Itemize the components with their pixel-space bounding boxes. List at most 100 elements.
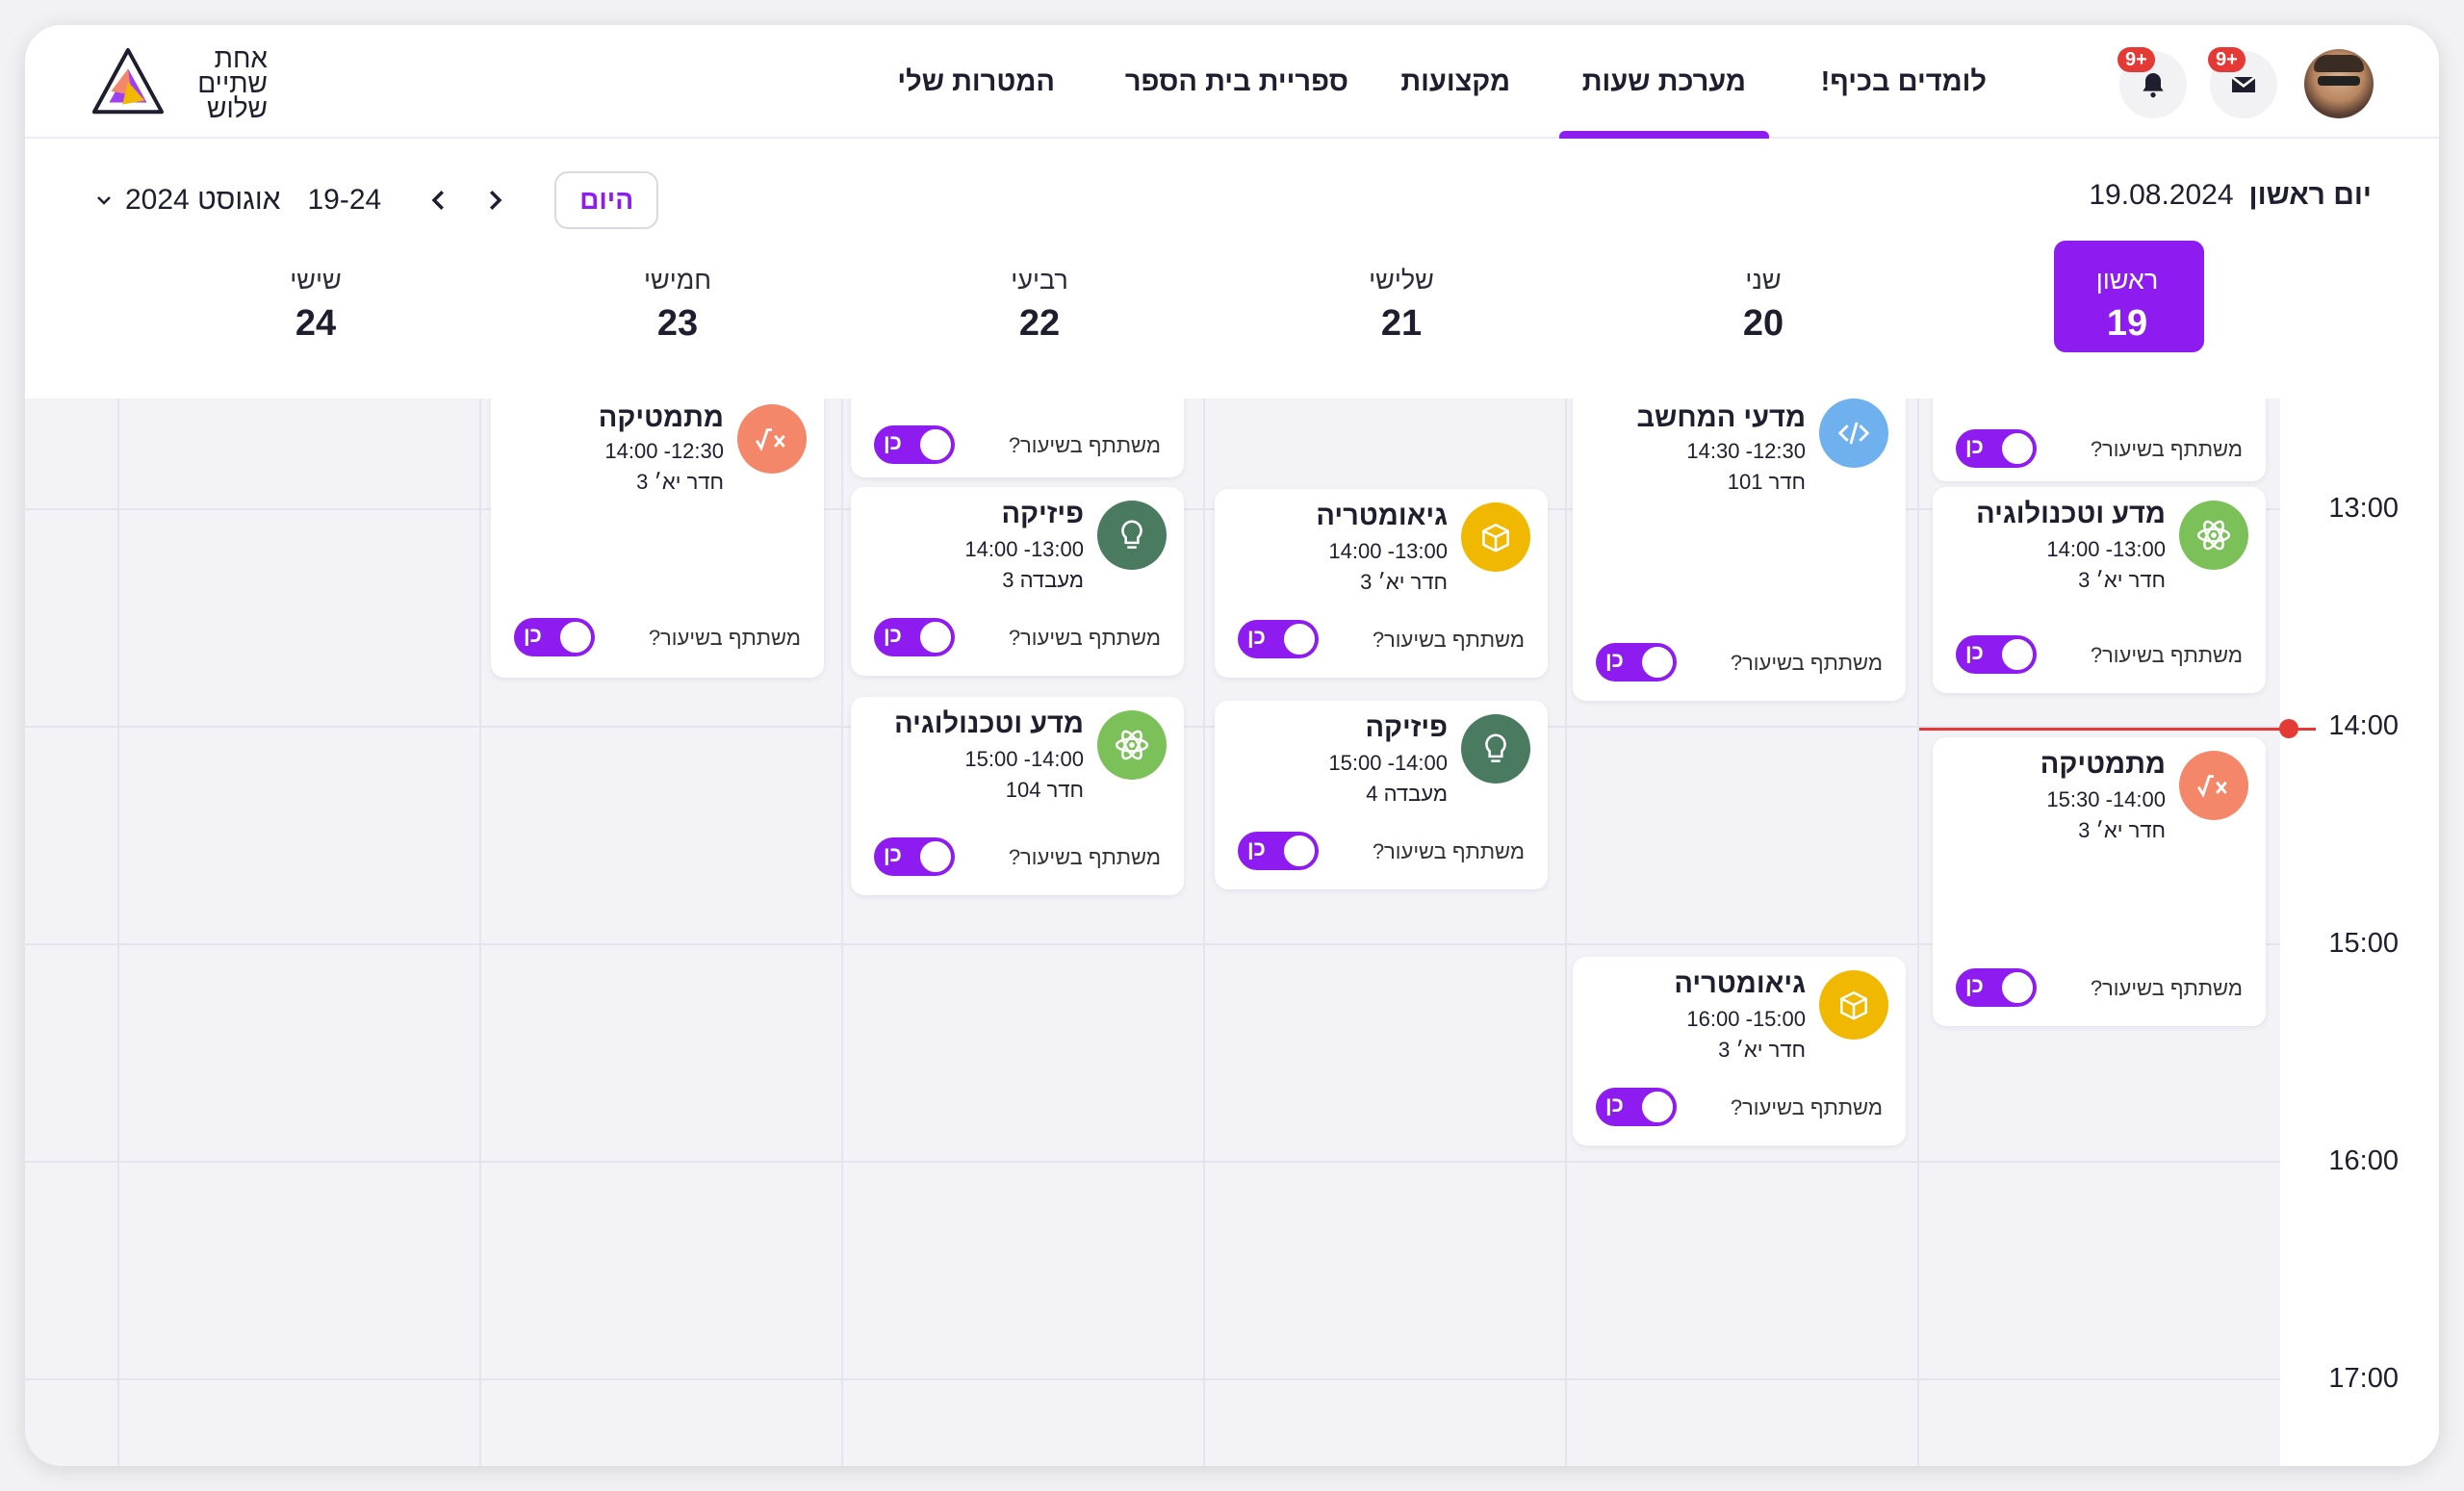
- participate-question: משתתף בשיעור?: [2090, 437, 2243, 461]
- toggle-knob: [918, 839, 953, 874]
- nav-item-schedule[interactable]: מערכת שעות: [1558, 25, 1770, 139]
- day-header-friday[interactable]: שישי 24: [219, 266, 412, 345]
- lesson-title: פיזיקה: [1001, 499, 1084, 529]
- chevron-right-icon: [490, 191, 502, 210]
- toggle-knob: [1640, 645, 1675, 680]
- bell-icon: [2143, 73, 2164, 98]
- top-header: 9+ 9+ לומדים בכיף! מערכת שעות מקצועות ספ…: [25, 25, 2439, 139]
- participate-toggle[interactable]: כן: [1238, 832, 1319, 870]
- toggle-knob: [1640, 1090, 1675, 1124]
- toggle-label: כן: [1247, 625, 1266, 649]
- toggle-label: כן: [1965, 973, 1984, 997]
- day-number: 24: [295, 303, 337, 344]
- day-header-monday[interactable]: שני 20: [1667, 266, 1860, 345]
- logo-text: אחת שתיים שלוש: [171, 45, 268, 123]
- lesson-card[interactable]: מתמטיקה 12:30- 14:00 חדר יא׳ 3 משתתף בשי…: [491, 398, 824, 678]
- lesson-card[interactable]: גיאומטריה 15:00- 16:00 חדר יא׳ 3 משתתף ב…: [1573, 957, 1906, 1145]
- logo[interactable]: אחת שתיים שלוש: [90, 42, 283, 123]
- participate-toggle[interactable]: כן: [1956, 635, 2037, 674]
- month-selector[interactable]: אוגוסט 2024: [92, 184, 280, 217]
- participate-question: משתתף בשיעור?: [1730, 1095, 1883, 1119]
- toggle-knob: [2000, 431, 2035, 466]
- participate-toggle[interactable]: כן: [1238, 620, 1319, 658]
- day-header-tuesday[interactable]: שלישי 21: [1305, 266, 1498, 345]
- lesson-card[interactable]: מתמטיקה 14:00- 15:30 חדר יא׳ 3 משתתף בשי…: [1933, 737, 2266, 1026]
- toggle-knob: [1282, 834, 1317, 868]
- lesson-card[interactable]: מדעי המחשב 12:30- 14:30 חדר 101 משתתף בש…: [1573, 398, 1906, 701]
- nav-item-my-goals[interactable]: המטרות שלי: [897, 25, 1055, 139]
- lesson-card[interactable]: מדע וטכנולוגיה 14:00- 15:00 חדר 104 משתת…: [851, 697, 1184, 895]
- lesson-card-partial[interactable]: משתתף בשיעור? כן: [851, 398, 1184, 477]
- prev-week-button[interactable]: [420, 181, 458, 219]
- day-name: שישי: [290, 266, 342, 295]
- user-avatar[interactable]: [2304, 49, 2374, 118]
- logo-line-3: שלוש: [207, 93, 268, 123]
- grid-vline: [117, 398, 119, 1466]
- participate-toggle[interactable]: כן: [874, 837, 955, 876]
- current-date-value: 19.08.2024: [2089, 179, 2234, 211]
- lesson-title: פיזיקה: [1365, 712, 1448, 743]
- lesson-card[interactable]: מדע וטכנולוגיה 13:00- 14:00 חדר יא׳ 3 מש…: [1933, 487, 2266, 693]
- lesson-title: גיאומטריה: [1316, 501, 1448, 531]
- lesson-time: 14:00- 15:00: [1328, 751, 1448, 775]
- lesson-card[interactable]: גיאומטריה 13:00- 14:00 חדר יא׳ 3 משתתף ב…: [1215, 489, 1548, 678]
- day-header-sunday[interactable]: ראשון 19: [2031, 241, 2223, 352]
- lesson-room: חדר 101: [1727, 470, 1806, 494]
- participate-toggle[interactable]: כן: [1956, 968, 2037, 1007]
- toggle-label: כן: [1605, 1093, 1624, 1117]
- toggle-knob: [2000, 970, 2035, 1005]
- toggle-label: כן: [1965, 434, 1984, 458]
- participate-toggle[interactable]: כן: [874, 425, 955, 464]
- participate-toggle[interactable]: כן: [1596, 1088, 1677, 1126]
- day-name: חמישי: [643, 266, 712, 295]
- nav-item-fun-learning[interactable]: לומדים בכיף!: [1821, 25, 1987, 139]
- participate-toggle[interactable]: כן: [1956, 429, 2037, 468]
- chevron-left-icon: [431, 191, 445, 210]
- day-name: שלישי: [1369, 266, 1434, 295]
- nav-item-subjects[interactable]: מקצועות: [1400, 25, 1510, 139]
- toggle-label: כן: [1247, 836, 1266, 861]
- lesson-card[interactable]: פיזיקה 14:00- 15:00 מעבדה 4 משתתף בשיעור…: [1215, 701, 1548, 889]
- day-number: 20: [1742, 303, 1784, 344]
- toggle-label: כן: [524, 623, 542, 647]
- day-number: 22: [1018, 303, 1061, 344]
- lesson-room: מעבדה 4: [1366, 782, 1448, 806]
- notifications-badge: 9+: [2118, 47, 2155, 72]
- participate-question: משתתף בשיעור?: [1008, 845, 1161, 869]
- lesson-title: מדע וטכנולוגיה: [1976, 499, 2166, 529]
- current-time-line: [1919, 728, 2316, 731]
- today-button[interactable]: היום: [554, 171, 659, 229]
- lesson-time: 13:00- 14:00: [2046, 537, 2166, 561]
- lesson-title: מדעי המחשב: [1636, 402, 1806, 433]
- week-range: 19-24: [307, 184, 382, 216]
- math-icon: [2179, 751, 2248, 820]
- grid-hline: [25, 1161, 2280, 1163]
- next-week-button[interactable]: [475, 181, 514, 219]
- schedule-grid: 13:00 14:00 15:00 16:00 17:00 משתתף בשיע…: [25, 398, 2439, 1466]
- lesson-card[interactable]: פיזיקה 13:00- 14:00 מעבדה 3 משתתף בשיעור…: [851, 487, 1184, 676]
- month-label: אוגוסט 2024: [125, 184, 281, 216]
- toggle-label: כן: [884, 430, 902, 454]
- nav-item-library[interactable]: ספריית בית הספר: [1125, 25, 1348, 139]
- lesson-time: 12:30- 14:30: [1686, 439, 1806, 463]
- time-label: 16:00: [2328, 1145, 2399, 1176]
- mail-button[interactable]: 9+: [2208, 47, 2277, 118]
- day-header-wednesday[interactable]: רביעי 22: [943, 266, 1136, 345]
- grid-vline: [1565, 398, 1567, 1466]
- atom-icon: [2179, 501, 2248, 570]
- participate-toggle[interactable]: כן: [514, 618, 595, 656]
- participate-question: משתתף בשיעור?: [1730, 651, 1883, 675]
- grid-vline: [1203, 398, 1205, 1466]
- lesson-time: 14:00- 15:00: [964, 747, 1084, 771]
- notifications-button[interactable]: 9+: [2118, 47, 2187, 118]
- lesson-room: חדר יא׳ 3: [2078, 568, 2166, 592]
- participate-toggle[interactable]: כן: [1596, 643, 1677, 681]
- lesson-card-partial[interactable]: משתתף בשיעור? כן: [1933, 398, 2266, 481]
- day-number: 19: [2106, 303, 2148, 344]
- lesson-room: חדר יא׳ 3: [2078, 818, 2166, 842]
- participate-question: משתתף בשיעור?: [2090, 643, 2243, 667]
- day-header-thursday[interactable]: חמישי 23: [581, 266, 774, 345]
- bulb-icon: [1097, 501, 1167, 570]
- cube-icon: [1819, 970, 1888, 1040]
- participate-toggle[interactable]: כן: [874, 618, 955, 656]
